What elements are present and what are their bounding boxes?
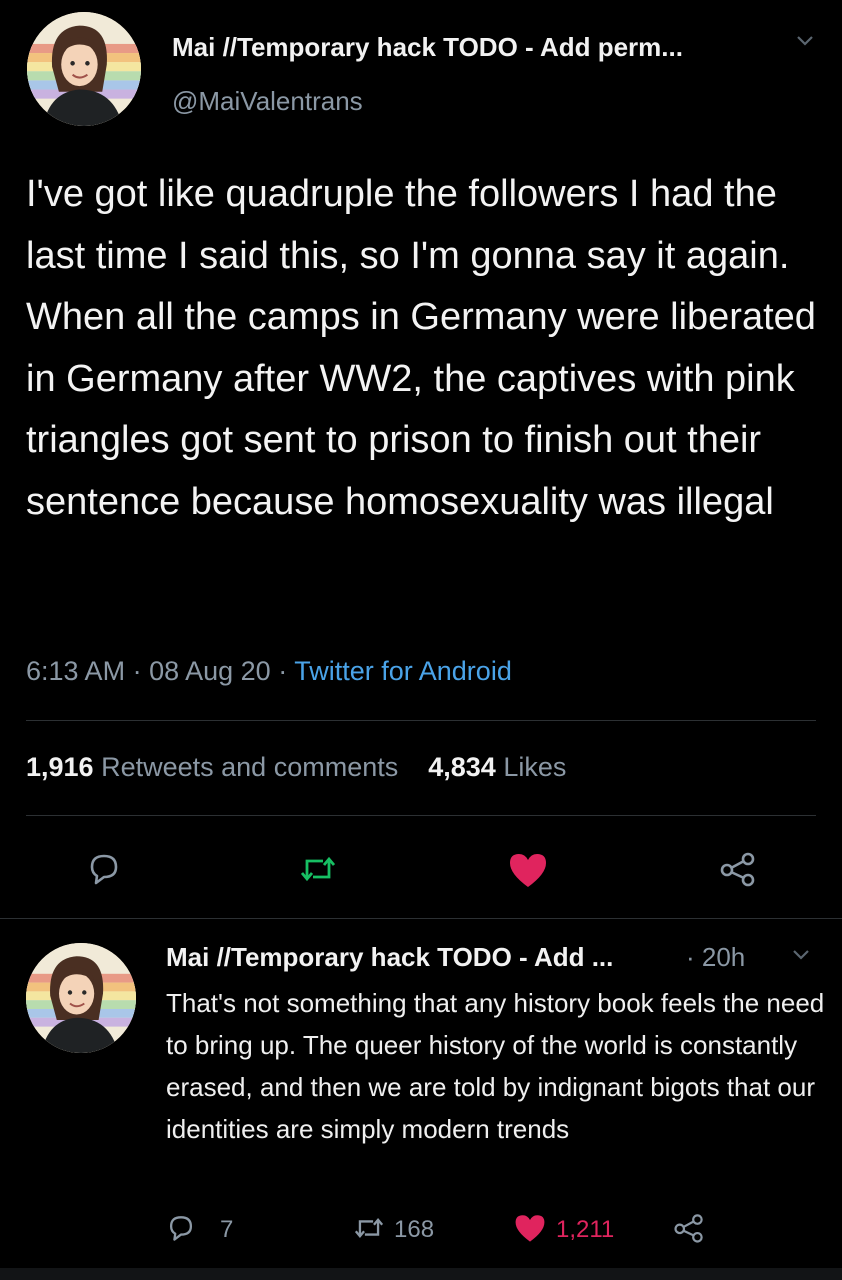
heart-icon[interactable] — [506, 850, 550, 895]
reply-icon[interactable] — [86, 852, 122, 891]
divider — [0, 918, 842, 919]
reply-author-avatar[interactable] — [26, 943, 136, 1053]
bottom-edge — [0, 1268, 842, 1280]
tweet-time: 6:13 AM — [26, 656, 126, 686]
retweet-count: 168 — [394, 1216, 435, 1243]
separator-dot: · — [278, 656, 295, 686]
reply-icon[interactable] — [166, 1214, 196, 1247]
reply-display-name[interactable]: Mai //Temporary hack TODO - Add ... — [166, 942, 613, 973]
share-icon[interactable] — [718, 850, 758, 893]
retweet-icon[interactable] — [352, 1214, 386, 1247]
tweet-date: 08 Aug 20 — [149, 656, 271, 686]
likes-label[interactable]: Likes — [503, 752, 566, 782]
heart-icon[interactable] — [512, 1212, 548, 1249]
retweets-count[interactable]: 1,916 — [26, 752, 94, 782]
author-display-name[interactable]: Mai //Temporary hack TODO - Add perm... — [172, 32, 683, 63]
tweet-metadata: 6:13 AM · 08 Aug 20 · Twitter for Androi… — [26, 656, 512, 687]
retweet-icon[interactable] — [298, 852, 338, 891]
reply-count: 7 — [220, 1216, 234, 1243]
like-count: 1,211 — [556, 1216, 615, 1243]
reply-time-value: 20h — [701, 942, 746, 972]
tweet-source-link[interactable]: Twitter for Android — [294, 656, 512, 686]
retweets-label[interactable]: Retweets and comments — [101, 752, 398, 782]
chevron-down-icon[interactable] — [792, 948, 810, 966]
divider — [26, 815, 816, 816]
divider — [26, 720, 816, 721]
tweet-stats: 1,916 Retweets and comments 4,834 Likes — [26, 752, 566, 783]
author-avatar[interactable] — [27, 12, 141, 126]
reply-timestamp: · 20h — [686, 942, 746, 972]
likes-count[interactable]: 4,834 — [428, 752, 496, 782]
chevron-down-icon[interactable] — [796, 34, 814, 52]
separator-dot: · — [132, 656, 150, 686]
reply-text: That's not something that any history bo… — [166, 988, 825, 1144]
share-icon[interactable] — [672, 1212, 706, 1249]
author-handle[interactable]: @MaiValentrans — [172, 86, 363, 117]
tweet-text: I've got like quadruple the followers I … — [26, 173, 816, 523]
